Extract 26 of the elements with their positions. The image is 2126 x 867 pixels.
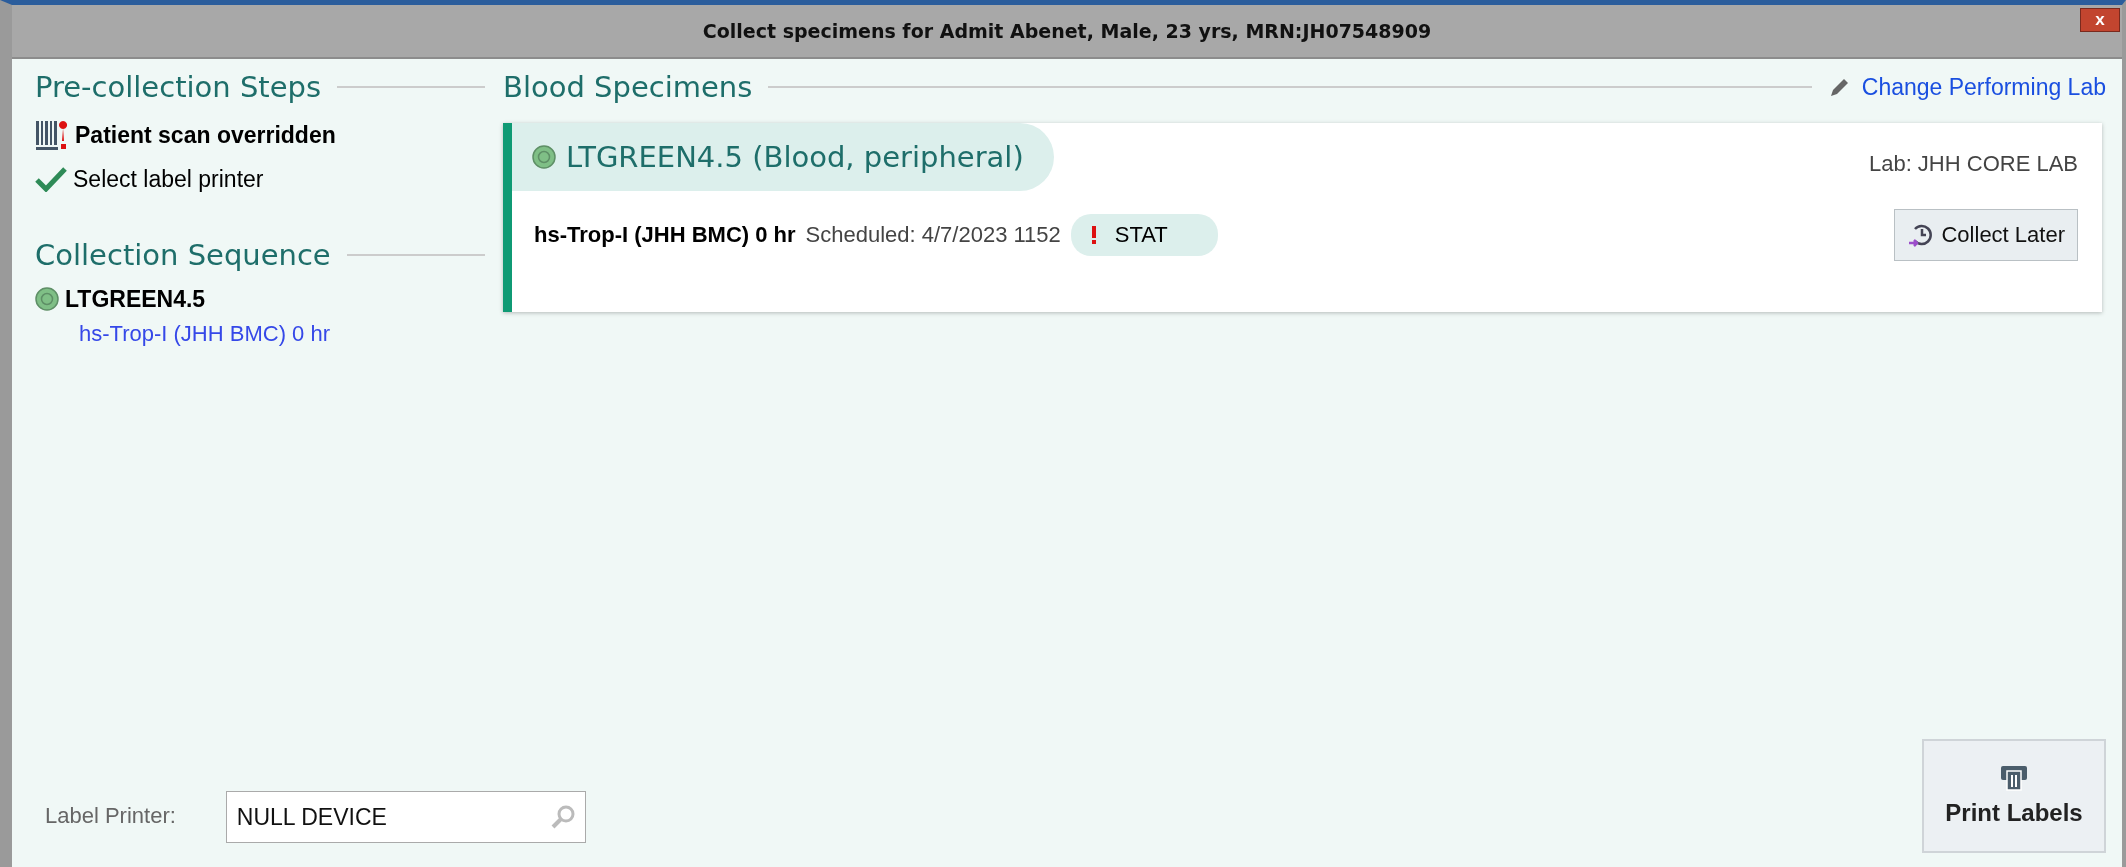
printer-field[interactable]: NULL DEVICE [225,791,586,843]
lab-label: Lab: JHH CORE LAB [1868,151,2078,177]
printer-icon [2000,765,2028,791]
scheduled-time: Scheduled: 4/7/2023 1152 [805,222,1061,248]
barcode-warning-icon [35,119,69,151]
section-heading: Blood Specimens [503,70,753,104]
step-label: Select label printer [73,165,264,193]
step-label: Patient scan overridden [75,121,336,149]
priority-badge: STAT [1070,214,1218,256]
section-heading: Pre-collection Steps [35,70,322,104]
collect-later-button[interactable]: Collect Later [1894,209,2078,261]
search-icon [549,804,576,830]
target-icon [532,145,556,169]
window-title: Collect specimens for Admit Abenet, Male, 23 yrs, MRN:JH07548909 [702,20,1432,42]
section-heading: Collection Sequence [35,238,331,272]
exclamation-icon [1090,225,1097,245]
close-button[interactable]: x [2080,8,2120,32]
print-labels-button[interactable]: Print Labels [1922,739,2106,853]
field-label: Label Printer: [45,803,176,829]
test-link[interactable]: hs-Trop-I (JHH BMC) 0 hr [35,321,485,347]
container-name: LTGREEN4.5 [65,285,206,313]
change-lab-link[interactable]: Change Performing Lab [1861,73,2106,101]
order-name: hs-Trop-I (JHH BMC) 0 hr [534,222,796,248]
specimen-title: LTGREEN4.5 (Blood, peripheral) [512,123,1054,191]
target-icon [35,287,59,311]
checkmark-icon [35,166,67,192]
